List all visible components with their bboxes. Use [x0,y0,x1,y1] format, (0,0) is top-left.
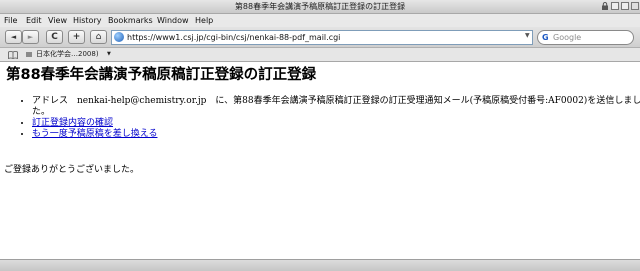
page-content: 第88春季年会講演予稿原稿訂正登録の訂正登録 アドレス nenkai-help@… [0,62,640,258]
menu-window[interactable]: Window [157,14,189,27]
home-button[interactable]: ⌂ [90,30,107,44]
list-item: 訂正登録内容の確認 [32,118,640,129]
menu-bar: File Edit View History Bookmarks Window … [0,14,640,27]
close-button[interactable] [631,2,639,10]
forward-button[interactable]: ► [22,30,39,44]
menu-file[interactable]: File [4,14,17,27]
lock-icon [602,2,608,10]
window-title: 第88春季年会講演予稿原稿訂正登録の訂正登録 [234,2,406,11]
title-bar: 第88春季年会講演予稿原稿訂正登録の訂正登録 [0,0,640,14]
back-arrow-icon: ◄ [10,33,17,41]
replace-manuscript-link[interactable]: もう一度予稿原稿を差し換える [32,129,157,139]
confirm-correction-link[interactable]: 訂正登録内容の確認 [32,118,113,128]
site-favicon-icon [114,32,124,42]
menu-edit[interactable]: Edit [26,14,42,27]
list-item: もう一度予稿原稿を差し換える [32,129,640,140]
maximize-button[interactable] [621,2,629,10]
result-list: アドレス nenkai-help@chemistry.or.jp に、第88春季… [16,96,640,140]
bookmark-item[interactable]: 日本化学会…2008) [36,48,99,61]
menu-help[interactable]: Help [195,14,213,27]
status-bar [0,259,640,271]
thanks-message: ご登録ありがとうございました。 [4,165,140,175]
menu-history[interactable]: History [73,14,101,27]
home-icon: ⌂ [95,32,102,42]
new-tab-button[interactable]: + [68,30,85,44]
menu-bookmarks[interactable]: Bookmarks [108,14,153,27]
plus-icon: + [72,32,81,42]
search-box[interactable]: G Google [537,30,634,45]
page-title: 第88春季年会講演予稿原稿訂正登録の訂正登録 [6,67,317,83]
address-dropdown-icon[interactable]: ▼ [525,32,530,39]
address-url[interactable]: https://www1.csj.jp/cgi-bin/csj/nenkai-8… [127,31,340,44]
minimize-button[interactable] [611,2,619,10]
reload-button[interactable]: C [46,30,63,44]
menu-view[interactable]: View [48,14,67,27]
back-button[interactable]: ◄ [5,30,22,44]
search-engine-icon[interactable]: G [542,31,549,44]
notice-item: アドレス nenkai-help@chemistry.or.jp に、第88春季… [32,96,640,118]
bookmark-dropdown-icon[interactable]: ▼ [107,48,111,61]
address-bar[interactable]: https://www1.csj.jp/cgi-bin/csj/nenkai-8… [111,30,533,45]
reload-icon: C [51,32,58,42]
bookmarks-book-icon[interactable] [8,51,18,59]
search-placeholder: Google [553,33,582,42]
navigation-toolbar: ◄ ► C + ⌂ https://www1.csj.jp/cgi-bin/cs… [0,27,640,48]
bookmarks-bar: 日本化学会…2008) ▼ [0,48,640,62]
forward-arrow-icon: ► [27,33,34,41]
browser-window: 第88春季年会講演予稿原稿訂正登録の訂正登録 File Edit View Hi… [0,0,640,271]
bookmark-folder-icon [26,52,32,57]
